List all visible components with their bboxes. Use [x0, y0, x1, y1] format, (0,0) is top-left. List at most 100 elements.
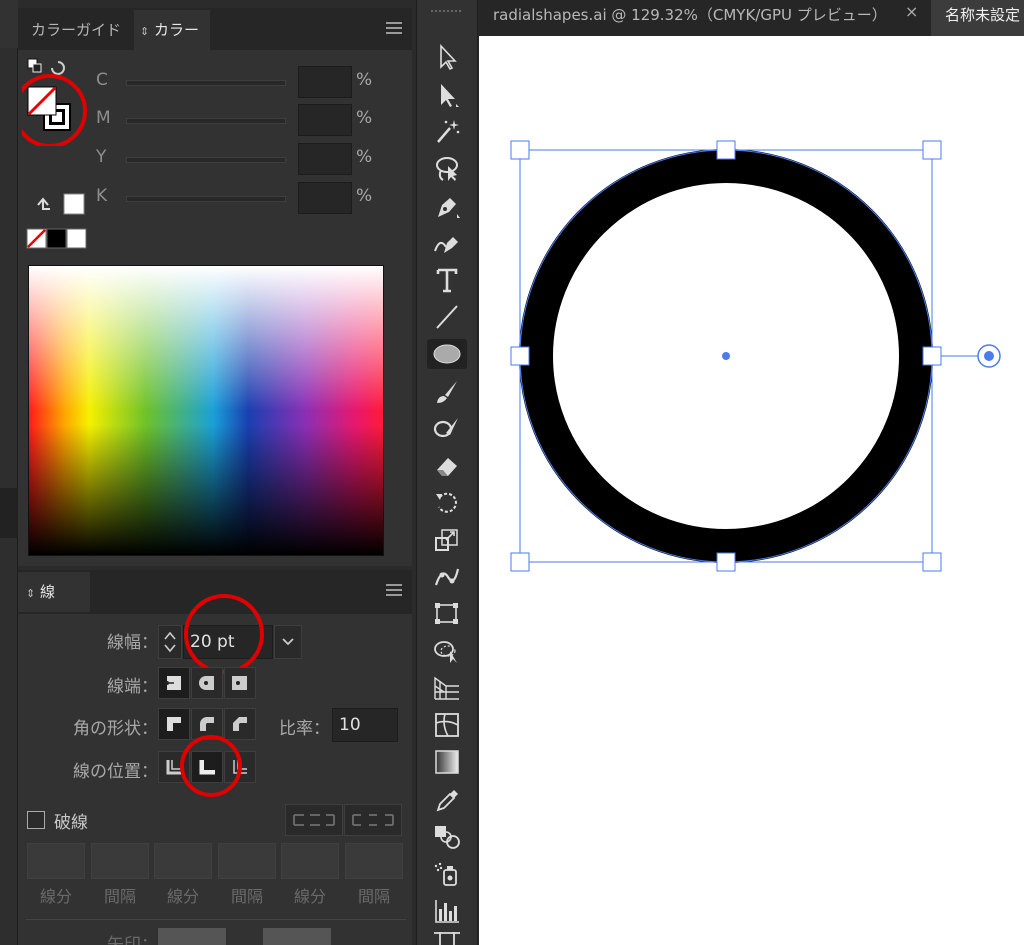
column-graph-tool-icon[interactable] — [427, 896, 467, 926]
ellipse-tool-icon[interactable] — [427, 339, 467, 369]
dash-segment-field[interactable] — [154, 843, 212, 879]
artboard-canvas[interactable] — [479, 36, 1024, 945]
gap-segment-field[interactable] — [345, 843, 403, 879]
panel-menu-icon[interactable] — [386, 22, 402, 34]
round-cap-icon — [199, 676, 214, 690]
tab-stroke[interactable]: ⇕ 線 — [18, 572, 90, 612]
dash-segment-label: 線分 — [39, 887, 72, 906]
document-tab-radialshapes[interactable]: radialshapes.ai @ 129.32%（CMYK/GPU プレビュー… — [479, 0, 931, 36]
magenta-row: M % — [96, 104, 396, 136]
black-slider[interactable] — [126, 196, 286, 202]
close-icon[interactable]: × — [905, 2, 918, 21]
fill-stroke-widget[interactable] — [22, 56, 92, 146]
curvature-tool-icon[interactable] — [427, 228, 467, 258]
yellow-unit: % — [356, 147, 373, 167]
rotate-tool-icon[interactable] — [427, 488, 467, 518]
cyan-label: C — [96, 70, 108, 90]
gap-segment-label: 間隔 — [230, 887, 263, 906]
miter-ratio-field[interactable]: 10 — [332, 708, 398, 742]
cyan-row: C % — [96, 66, 396, 98]
selection-tool-icon[interactable] — [427, 42, 467, 72]
round-cap-button[interactable] — [191, 667, 223, 699]
magic-wand-tool-icon[interactable] — [427, 116, 467, 146]
color-panel-tabbar: カラーガイド ⇕ カラー — [18, 8, 412, 50]
arrowhead-end-select[interactable] — [263, 928, 331, 945]
document-tab-untitled[interactable]: 名称未設定 — [931, 0, 1024, 36]
color-spectrum[interactable] — [28, 265, 384, 556]
gradient-tool-icon[interactable] — [427, 747, 467, 777]
type-tool-icon[interactable] — [427, 265, 467, 295]
panel-menu-icon[interactable] — [386, 584, 402, 596]
dash-segment-field[interactable] — [27, 843, 85, 879]
mesh-tool-icon[interactable] — [427, 710, 467, 740]
shape-builder-tool-icon[interactable] — [427, 636, 467, 666]
miter-join-icon — [167, 717, 181, 731]
dash-segment-field[interactable] — [281, 843, 339, 879]
gap-segment-field[interactable] — [91, 843, 149, 879]
perspective-grid-tool-icon[interactable] — [427, 673, 467, 703]
dash-align-corners-icon — [352, 814, 394, 826]
artwork — [510, 140, 1001, 572]
direct-selection-tool-icon[interactable] — [427, 80, 467, 110]
last-color-arrow-icon — [37, 197, 50, 210]
cyan-slider[interactable] — [126, 80, 286, 86]
cyan-value-field[interactable] — [298, 66, 352, 98]
magenta-value-field[interactable] — [298, 104, 352, 136]
yellow-slider[interactable] — [126, 157, 286, 163]
stroke-weight-dropdown[interactable] — [274, 625, 302, 659]
quick-swatches[interactable] — [26, 228, 90, 250]
magenta-slider[interactable] — [126, 118, 286, 124]
dash-segment-label: 線分 — [293, 887, 326, 906]
symbol-sprayer-tool-icon[interactable] — [427, 859, 467, 889]
document-tabbar: radialshapes.ai @ 129.32%（CMYK/GPU プレビュー… — [479, 0, 1024, 36]
document-tab-label: 名称未設定 — [945, 6, 1021, 24]
dash-preserve-button[interactable] — [285, 804, 343, 836]
tools-panel — [416, 0, 478, 945]
free-transform-tool-icon[interactable] — [427, 599, 467, 629]
yellow-value-field[interactable] — [298, 143, 352, 175]
paintbrush-tool-icon[interactable] — [427, 377, 467, 407]
stroke-panel: ⇕ 線 線幅： 20 pt 線端： 角の形状： 比率： 10 線の位置： 破線 … — [18, 570, 412, 945]
dashed-line-checkbox[interactable] — [27, 811, 45, 829]
collapsed-panel-tab[interactable] — [0, 0, 18, 48]
arrowhead-start-select[interactable] — [158, 928, 226, 945]
last-color-control — [37, 193, 85, 215]
updown-icon: ⇕ — [140, 25, 150, 38]
artboard-tool-icon[interactable] — [427, 932, 467, 945]
projecting-cap-button[interactable] — [224, 667, 256, 699]
annotation-circle — [180, 735, 242, 797]
arrowhead-label: 矢印： — [107, 935, 158, 945]
dash-preserve-icon — [293, 814, 335, 826]
gap-segment-label: 間隔 — [357, 887, 390, 906]
color-panel: カラーガイド ⇕ カラー C % M % Y % K % — [18, 8, 412, 566]
scale-tool-icon[interactable] — [427, 525, 467, 555]
collapsed-panel-block[interactable] — [0, 488, 18, 538]
puppet-warp-tool-icon[interactable] — [427, 562, 467, 592]
stroke-align-label: 線の位置： — [73, 762, 158, 782]
line-tool-icon[interactable] — [427, 302, 467, 332]
stroke-cap-label: 線端： — [107, 677, 158, 697]
document-tab-label: radialshapes.ai @ 129.32%（CMYK/GPU プレビュー… — [493, 6, 887, 24]
tab-color[interactable]: ⇕ カラー — [134, 10, 210, 50]
updown-icon: ⇕ — [26, 587, 36, 600]
shaper-tool-icon[interactable] — [427, 414, 467, 444]
black-value-field[interactable] — [298, 182, 352, 214]
dash-align-corners-button[interactable] — [344, 804, 402, 836]
blend-tool-icon[interactable] — [427, 822, 467, 852]
gap-segment-field[interactable] — [218, 843, 276, 879]
last-color-swatch — [63, 193, 85, 215]
round-join-icon — [200, 717, 214, 731]
yellow-row: Y % — [96, 143, 396, 175]
gap-segment-label: 間隔 — [103, 887, 136, 906]
tools-grip[interactable] — [431, 10, 461, 16]
eraser-tool-icon[interactable] — [427, 451, 467, 481]
pen-tool-icon[interactable] — [427, 191, 467, 221]
dash-align-group — [285, 804, 403, 836]
lasso-tool-icon[interactable] — [427, 154, 467, 184]
chevron-down-icon — [282, 638, 294, 646]
stroke-weight-stepper[interactable] — [158, 625, 182, 659]
butt-cap-button[interactable] — [158, 667, 190, 699]
tab-color-guide[interactable]: カラーガイド — [18, 10, 134, 50]
eyedropper-tool-icon[interactable] — [427, 785, 467, 815]
butt-cap-icon — [165, 676, 181, 690]
